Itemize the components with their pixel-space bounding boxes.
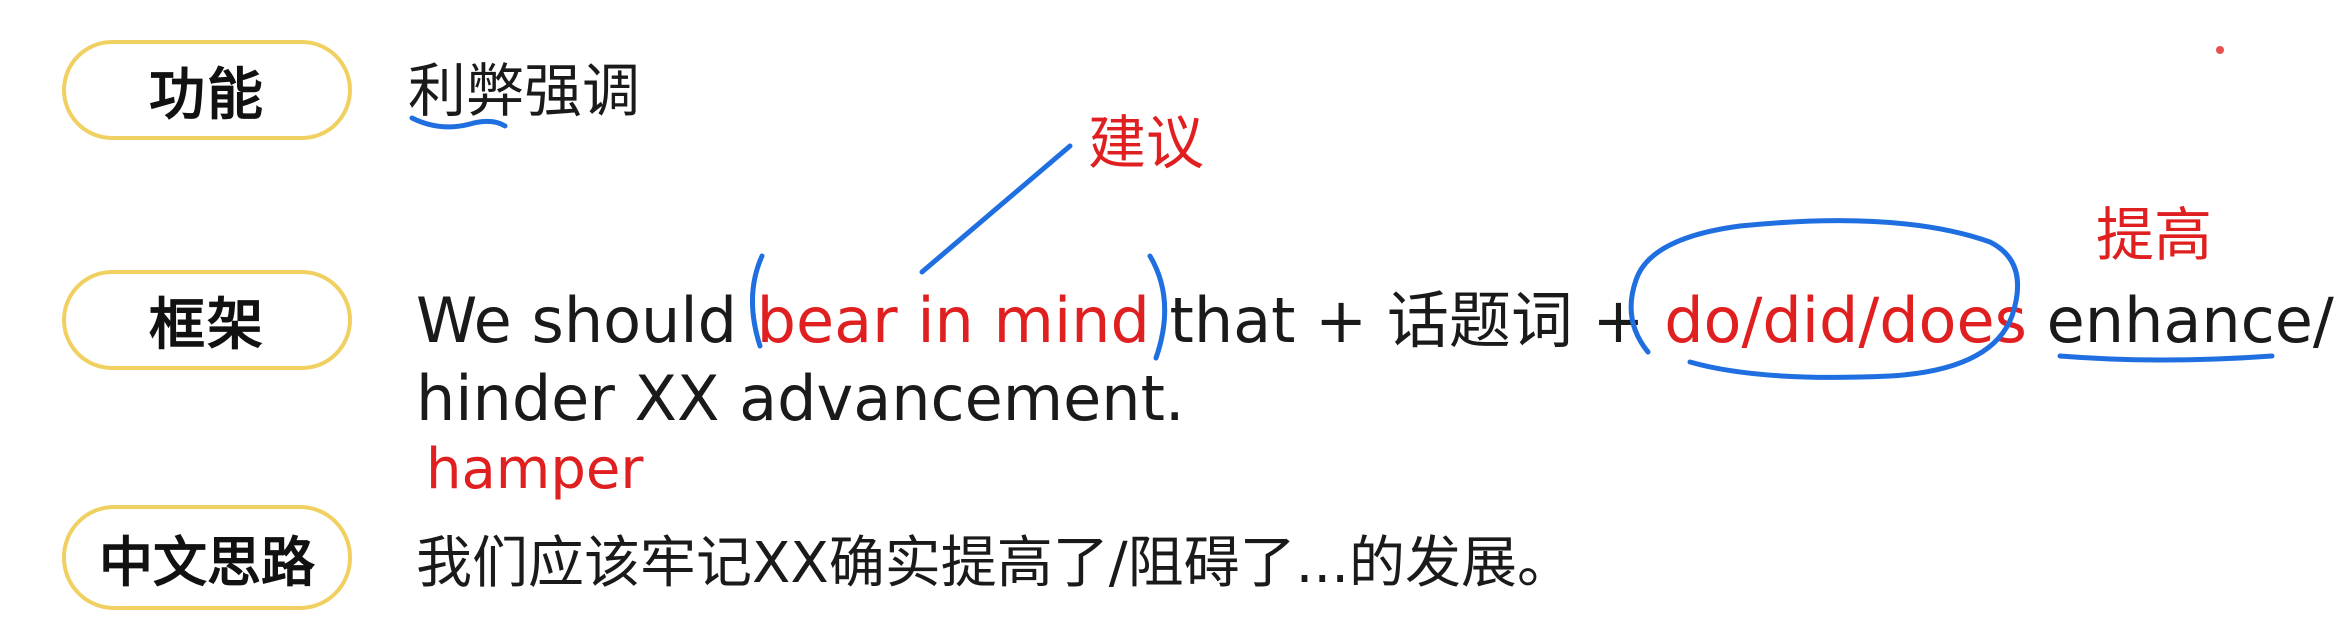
framework-line-1: We should bear in mind that + 话题词 + do/d… [416,290,2334,352]
framework-pre: We should [416,284,757,357]
framework-line-2: hinder XX advancement. [416,362,1185,435]
annotation-hamper: hamper [426,437,644,502]
framework-mid: that + 话题词 + [1149,284,1665,357]
framework-phrase-do-did-does: do/did/does [1664,284,2027,357]
ink-pointer-jianyi [919,143,1073,275]
label-chinese-approach: 中文思路 [62,505,352,610]
label-framework: 框架 [62,270,352,370]
function-text: 利弊强调 [408,57,641,125]
chinese-approach-text: 我们应该牢记XX确实提高了/阻碍了...的发展。 [416,531,1573,596]
label-function: 功能 [62,40,352,140]
annotation-tigao: 提高 [2096,201,2213,269]
cursor-dot [2216,46,2224,54]
annotation-jianyi: 建议 [1088,109,1205,177]
framework-post: enhance/ [2026,284,2334,357]
framework-phrase-bear-in-mind: bear in mind [756,284,1150,357]
